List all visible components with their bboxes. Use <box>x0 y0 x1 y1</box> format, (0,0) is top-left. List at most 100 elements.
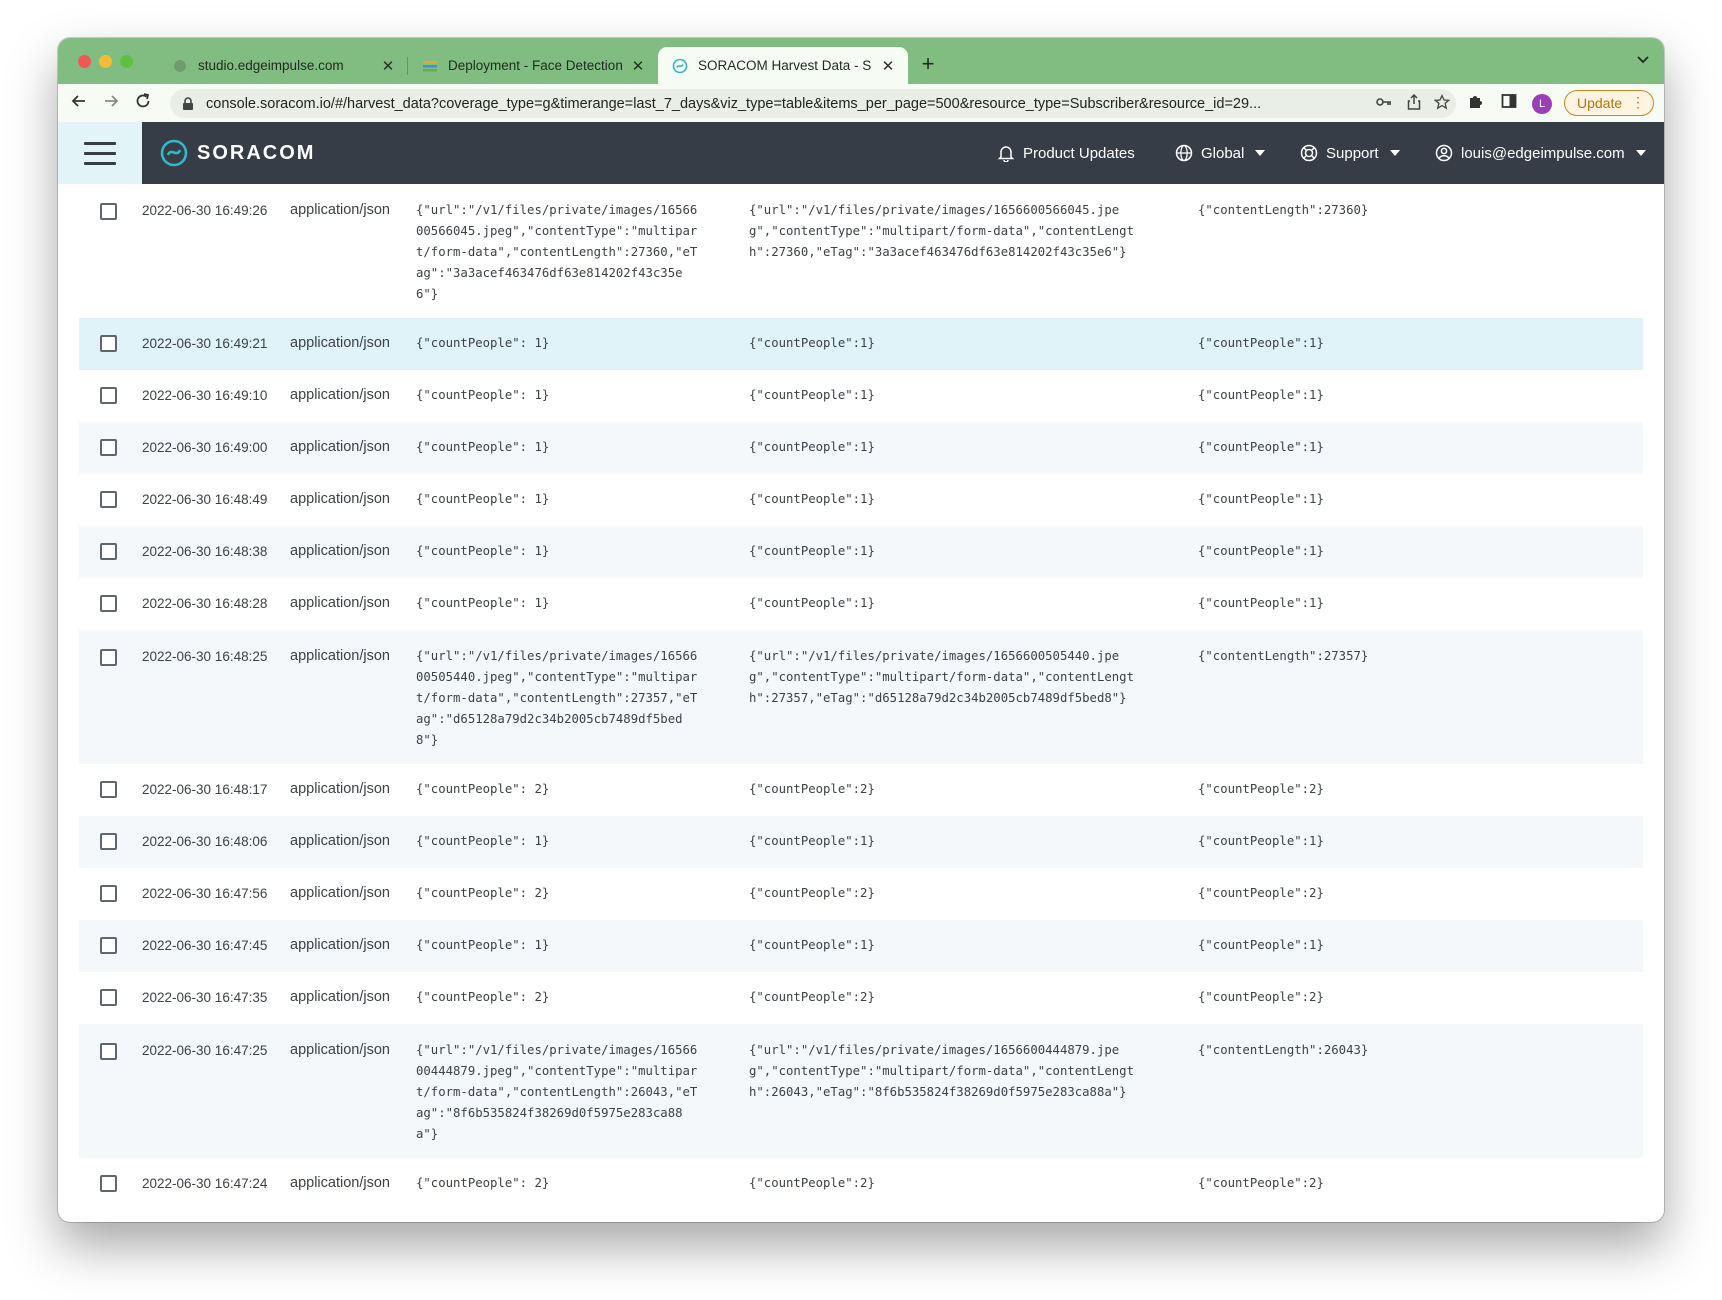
table-row[interactable]: 2022-06-30 16:47:35 application/json {"cou… <box>79 972 1643 1024</box>
raw-payload-cell: {"countPeople": 1} <box>416 834 550 848</box>
side-panel-icon[interactable] <box>1499 93 1519 113</box>
minimize-window-button[interactable] <box>99 55 112 68</box>
table-row[interactable]: 2022-06-30 16:49:26 application/json {"url… <box>79 184 1643 318</box>
caret-down-icon <box>1635 150 1646 156</box>
table-row[interactable]: 2022-06-30 16:48:28 application/json {"cou… <box>79 578 1643 630</box>
row-checkbox[interactable] <box>100 989 117 1006</box>
hamburger-menu-button[interactable] <box>58 122 142 184</box>
row-checkbox[interactable] <box>100 1043 117 1060</box>
metadata-cell: {"countPeople":1} <box>1198 492 1324 506</box>
tab-close-icon[interactable]: ✕ <box>380 57 396 75</box>
harvest-data-table: 2022-06-30 16:49:26 application/json {"url… <box>79 184 1643 1218</box>
timestamp-cell: 2022-06-30 16:49:00 <box>142 440 268 455</box>
row-checkbox[interactable] <box>100 885 117 902</box>
soracom-icon <box>672 58 688 74</box>
soracom-logo-icon <box>160 139 188 167</box>
support-dropdown[interactable]: Support <box>1299 143 1400 163</box>
update-button[interactable]: Update ⋮ <box>1564 90 1654 116</box>
extensions-puzzle-icon[interactable] <box>1466 93 1486 113</box>
table-row[interactable]: 2022-06-30 16:49:00 application/json {"cou… <box>79 422 1643 474</box>
content-type-cell: application/json <box>290 1175 390 1191</box>
timestamp-cell: 2022-06-30 16:49:10 <box>142 388 268 403</box>
row-checkbox[interactable] <box>100 491 117 508</box>
metadata-cell: {"countPeople":2} <box>1198 1176 1324 1190</box>
address-bar[interactable]: console.soracom.io/#/harvest_data?covera… <box>170 89 1456 118</box>
row-checkbox[interactable] <box>100 439 117 456</box>
table-row[interactable]: 2022-06-30 16:47:24 application/json {"cou… <box>79 1158 1643 1218</box>
table-row[interactable]: 2022-06-30 16:47:56 application/json {"cou… <box>79 868 1643 920</box>
table-row[interactable]: 2022-06-30 16:49:10 application/json {"cou… <box>79 370 1643 422</box>
browser-toolbar: console.soracom.io/#/harvest_data?covera… <box>58 84 1664 123</box>
more-options-icon[interactable]: ⋮ <box>1631 94 1645 111</box>
region-label: Global <box>1201 144 1245 162</box>
product-updates-button[interactable]: Product Updates <box>996 143 1135 163</box>
lock-icon[interactable] <box>182 96 196 111</box>
content-type-cell: application/json <box>290 989 390 1005</box>
row-checkbox[interactable] <box>100 335 117 352</box>
row-checkbox[interactable] <box>100 203 117 220</box>
parsed-payload-cell: {"url":"/v1/files/private/images/1656600… <box>749 649 1134 705</box>
table-row[interactable]: 2022-06-30 16:47:25 application/json {"url… <box>79 1024 1643 1158</box>
key-icon[interactable] <box>1374 94 1394 114</box>
table-row[interactable]: 2022-06-30 16:49:21 application/json {"cou… <box>79 318 1643 370</box>
parsed-payload-cell: {"countPeople":1} <box>749 596 875 610</box>
parsed-payload-cell: {"countPeople":1} <box>749 492 875 506</box>
content-type-cell: application/json <box>290 595 390 611</box>
timestamp-cell: 2022-06-30 16:47:25 <box>142 1043 268 1058</box>
timestamp-cell: 2022-06-30 16:49:21 <box>142 336 268 351</box>
row-checkbox[interactable] <box>100 937 117 954</box>
parsed-payload-cell: {"countPeople":1} <box>749 388 875 402</box>
forward-button[interactable] <box>100 92 122 114</box>
row-checkbox[interactable] <box>100 649 117 666</box>
tab-close-icon[interactable]: ✕ <box>630 57 646 75</box>
table-row[interactable]: 2022-06-30 16:48:25 application/json {"url… <box>79 630 1643 764</box>
table-row[interactable]: 2022-06-30 16:47:45 application/json {"cou… <box>79 920 1643 972</box>
tab-soracom-harvest[interactable]: SORACOM Harvest Data - SOR ✕ <box>658 47 908 84</box>
metadata-cell: {"countPeople":1} <box>1198 938 1324 952</box>
table-row[interactable]: 2022-06-30 16:48:49 application/json {"cou… <box>79 474 1643 526</box>
profile-avatar[interactable]: L <box>1532 94 1552 114</box>
tab-close-icon[interactable]: ✕ <box>880 57 896 75</box>
support-label: Support <box>1326 144 1379 162</box>
timestamp-cell: 2022-06-30 16:47:56 <box>142 886 268 901</box>
metadata-cell: {"countPeople":1} <box>1198 440 1324 454</box>
table-row[interactable]: 2022-06-30 16:48:38 application/json {"cou… <box>79 526 1643 578</box>
parsed-payload-cell: {"countPeople":1} <box>749 938 875 952</box>
content-type-cell: application/json <box>290 439 390 455</box>
row-checkbox[interactable] <box>100 1175 117 1192</box>
row-checkbox[interactable] <box>100 387 117 404</box>
maximize-window-button[interactable] <box>120 55 133 68</box>
content-type-cell: application/json <box>290 335 390 351</box>
metadata-cell: {"contentLength":26043} <box>1198 1043 1369 1057</box>
content-type-cell: application/json <box>290 833 390 849</box>
table-row[interactable]: 2022-06-30 16:48:17 application/json {"cou… <box>79 764 1643 816</box>
metadata-cell: {"countPeople":2} <box>1198 990 1324 1004</box>
raw-payload-cell: {"url":"/v1/files/private/images/16566 0… <box>416 649 698 747</box>
region-dropdown[interactable]: Global <box>1174 143 1266 163</box>
app-header: SORACOM Product Updates Global Support l… <box>58 122 1664 184</box>
back-button[interactable] <box>68 92 90 114</box>
tab-title: SORACOM Harvest Data - SOR <box>698 58 872 73</box>
raw-payload-cell: {"countPeople": 1} <box>416 492 550 506</box>
edgeimpulse-colored-icon <box>422 58 438 74</box>
soracom-logo[interactable]: SORACOM <box>160 139 315 167</box>
row-checkbox[interactable] <box>100 595 117 612</box>
tab-deployment-face-detection[interactable]: Deployment - Face Detection - ✕ <box>408 47 658 84</box>
chevron-down-icon[interactable] <box>1636 52 1650 68</box>
reload-button[interactable] <box>132 92 154 114</box>
user-menu-dropdown[interactable]: louis@edgeimpulse.com <box>1434 143 1646 163</box>
table-row[interactable]: 2022-06-30 16:48:06 application/json {"cou… <box>79 816 1643 868</box>
row-checkbox[interactable] <box>100 781 117 798</box>
row-checkbox[interactable] <box>100 833 117 850</box>
tab-edgeimpulse-studio[interactable]: studio.edgeimpulse.com ✕ <box>158 47 408 84</box>
raw-payload-cell: {"countPeople": 2} <box>416 1176 550 1190</box>
raw-payload-cell: {"countPeople": 2} <box>416 886 550 900</box>
parsed-payload-cell: {"countPeople":1} <box>749 834 875 848</box>
caret-down-icon <box>1255 150 1266 156</box>
share-icon[interactable] <box>1404 93 1424 114</box>
close-window-button[interactable] <box>78 55 91 68</box>
tab-strip: studio.edgeimpulse.com ✕ Deployment - Fa… <box>58 38 1664 84</box>
new-tab-button[interactable]: + <box>916 51 940 77</box>
bookmark-star-icon[interactable] <box>1432 93 1452 114</box>
row-checkbox[interactable] <box>100 543 117 560</box>
